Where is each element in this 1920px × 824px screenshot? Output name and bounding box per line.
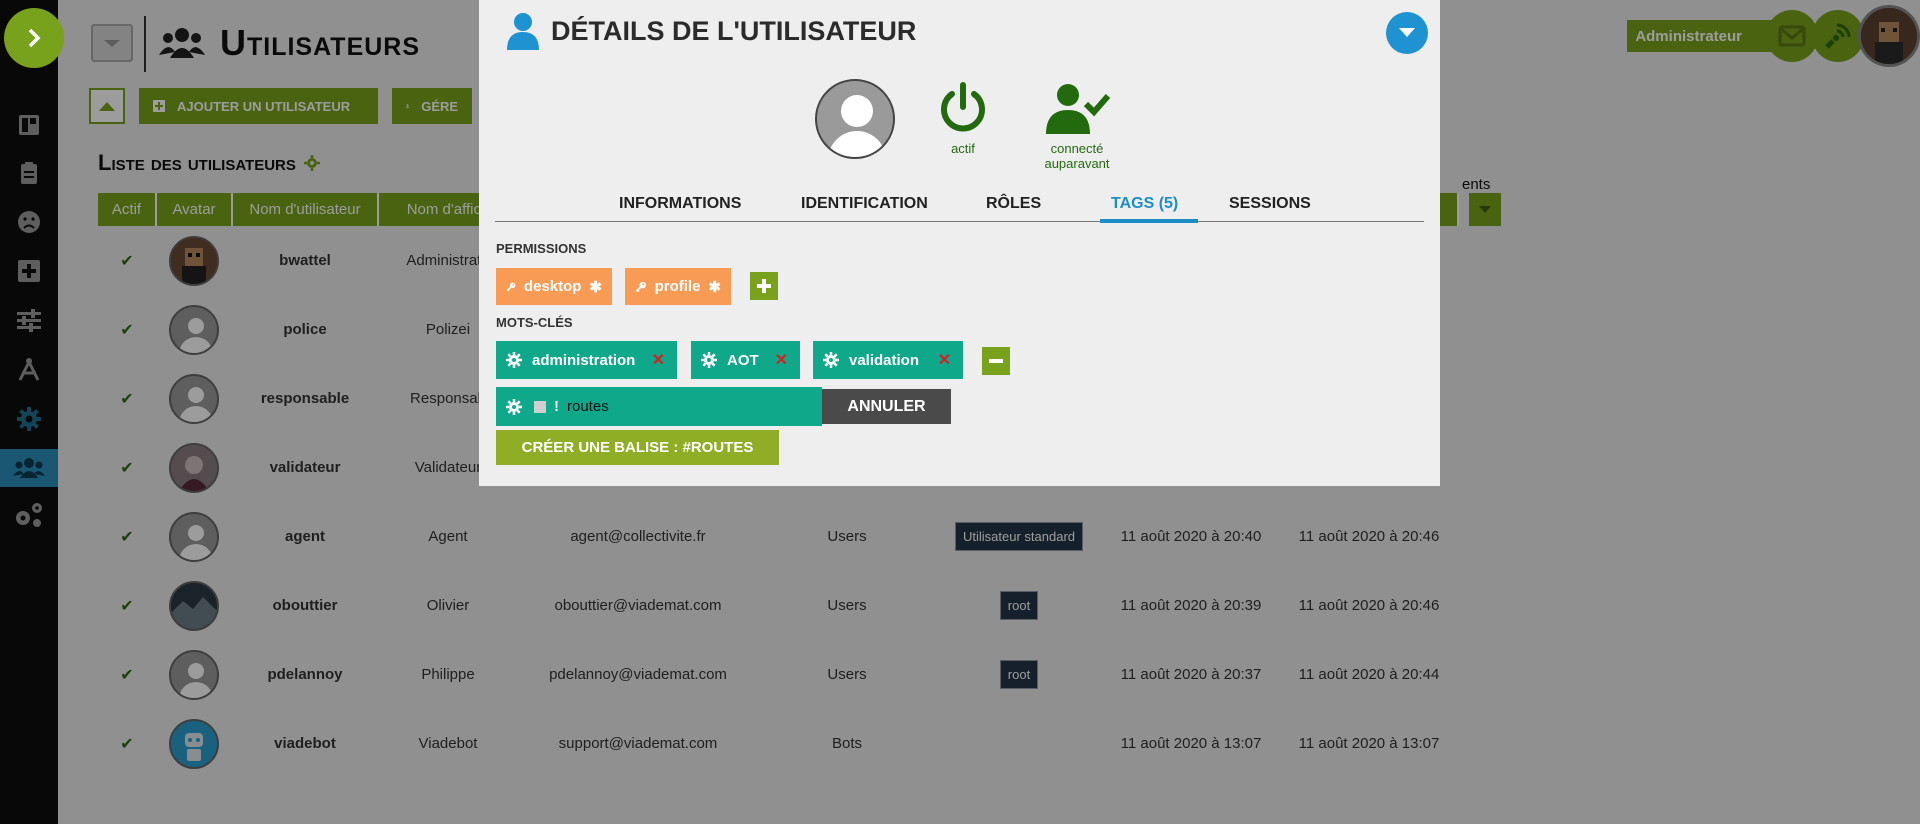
tab-informations[interactable]: INFORMATIONS bbox=[619, 195, 741, 213]
keyword-tag-label: AOT bbox=[727, 351, 759, 369]
tab-roles[interactable]: RÔLES bbox=[986, 195, 1041, 213]
permission-tag-label: desktop bbox=[523, 278, 582, 295]
modal-title: DÉTAILS DE L'UTILISATEUR bbox=[507, 12, 916, 50]
permission-tag-desktop[interactable]: desktop ✱ bbox=[496, 268, 612, 305]
gear-icon bbox=[506, 352, 522, 368]
gear-icon bbox=[823, 352, 839, 368]
tag-color-swatch[interactable] bbox=[534, 400, 546, 413]
asterisk-icon: ✱ bbox=[708, 278, 721, 296]
collapse-keyword-input-button[interactable] bbox=[982, 347, 1010, 375]
plus-icon bbox=[757, 279, 771, 293]
tab-sessions[interactable]: SESSIONS bbox=[1229, 195, 1311, 213]
gear-icon bbox=[701, 352, 717, 368]
gear-icon bbox=[506, 398, 522, 415]
modal-title-text: DÉTAILS DE L'UTILISATEUR bbox=[551, 15, 917, 46]
key-icon bbox=[506, 282, 516, 291]
minus-icon bbox=[989, 359, 1003, 363]
keyword-tag-label: administration bbox=[532, 351, 636, 369]
status-connected-line1: connecté bbox=[1050, 141, 1104, 156]
status-connected: connecté auparavant bbox=[1039, 82, 1115, 171]
remove-tag-icon[interactable]: ✕ bbox=[652, 350, 665, 370]
modal-collapse-button[interactable] bbox=[1386, 12, 1428, 54]
new-keyword-input[interactable] bbox=[567, 398, 797, 415]
add-permission-button[interactable] bbox=[750, 272, 778, 300]
remove-tag-icon[interactable]: ✕ bbox=[775, 350, 788, 370]
new-keyword-row: ! bbox=[496, 387, 822, 426]
user-details-modal: DÉTAILS DE L'UTILISATEUR actif connecté … bbox=[479, 0, 1440, 486]
chevron-right-icon bbox=[28, 28, 41, 48]
cancel-button[interactable]: ANNULER bbox=[822, 389, 951, 424]
key-icon bbox=[635, 281, 646, 292]
tab-identification[interactable]: IDENTIFICATION bbox=[801, 195, 928, 213]
permissions-label: PERMISSIONS bbox=[496, 241, 587, 256]
permission-tag-label: profile bbox=[654, 278, 701, 295]
keyword-tag-aot[interactable]: AOT ✕ bbox=[691, 341, 800, 379]
create-tag-button[interactable]: CRÉER UNE BALISE : #ROUTES bbox=[496, 430, 779, 465]
remove-tag-icon[interactable]: ✕ bbox=[938, 350, 951, 370]
modal-tabs: INFORMATIONS IDENTIFICATION RÔLES TAGS (… bbox=[495, 186, 1424, 223]
keyword-tag-administration[interactable]: administration ✕ bbox=[496, 341, 677, 379]
tab-tags[interactable]: TAGS (5) bbox=[1111, 195, 1178, 213]
active-tab-indicator bbox=[1100, 219, 1198, 223]
user-icon bbox=[507, 13, 539, 50]
power-icon bbox=[941, 82, 985, 132]
asterisk-icon: ✱ bbox=[589, 278, 602, 296]
keyword-tag-validation[interactable]: validation ✕ bbox=[813, 341, 963, 379]
keyword-tag-label: validation bbox=[849, 351, 920, 369]
user-avatar-large[interactable] bbox=[815, 79, 895, 159]
status-active[interactable]: actif bbox=[934, 82, 992, 156]
user-check-icon bbox=[1046, 84, 1111, 134]
caret-down-icon bbox=[1399, 28, 1415, 37]
permission-tag-profile[interactable]: profile ✱ bbox=[625, 268, 731, 305]
status-connected-line2: auparavant bbox=[1044, 156, 1110, 171]
sidebar-toggle-button[interactable] bbox=[4, 8, 64, 68]
keywords-label: MOTS-CLÉS bbox=[496, 315, 573, 330]
exclamation-icon: ! bbox=[554, 398, 559, 415]
status-active-label: actif bbox=[951, 141, 975, 156]
